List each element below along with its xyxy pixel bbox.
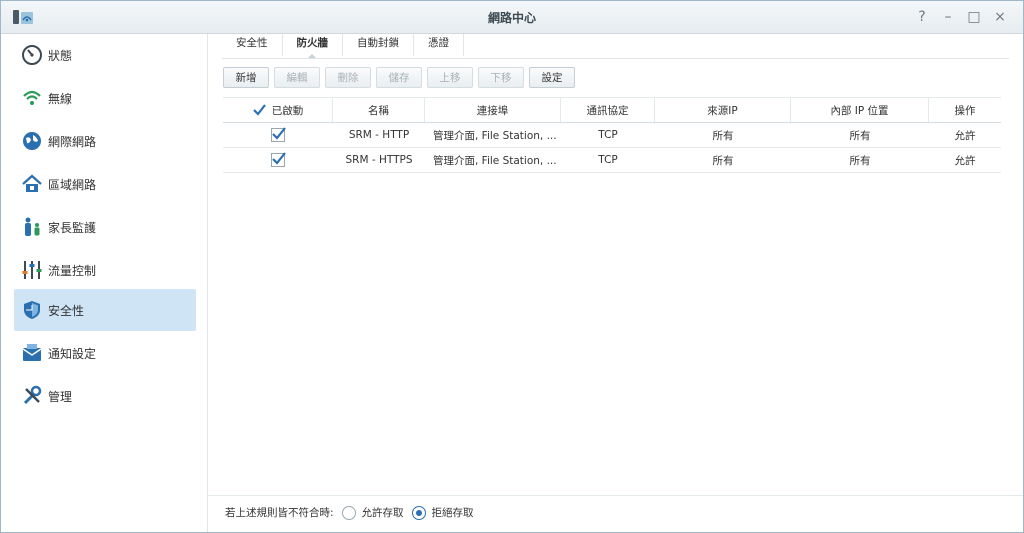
table-row[interactable]: SRM - HTTPS 管理介面, File Station, ... TCP … bbox=[223, 148, 1001, 173]
rule-action: 允許 bbox=[954, 154, 976, 167]
deny-access-radio[interactable] bbox=[411, 505, 426, 520]
rule-protocol: TCP bbox=[598, 154, 618, 166]
column-internal-ip[interactable]: 內部 IP 位置 bbox=[791, 98, 929, 122]
add-button[interactable]: 新增 bbox=[223, 67, 269, 88]
enabled-cell bbox=[223, 123, 333, 147]
deny-access-label[interactable]: 拒絕存取 bbox=[432, 505, 474, 520]
sidebar-item-parental-control[interactable]: 家長監護 bbox=[14, 206, 196, 248]
sidebar-item-label: 家長監護 bbox=[48, 220, 97, 235]
sidebar-item-label: 區域網路 bbox=[48, 177, 97, 192]
column-action[interactable]: 操作 bbox=[929, 98, 1001, 122]
tab-certificate[interactable]: 憑證 bbox=[414, 34, 464, 56]
firewall-rules-table: 已啟動 名稱 連接埠 通訊協定 來源IP 內部 IP 位置 操作 SRM - H… bbox=[223, 97, 1001, 173]
default-policy-label: 若上述規則皆不符合時: bbox=[225, 507, 334, 519]
settings-button[interactable]: 設定 bbox=[529, 67, 575, 88]
enabled-cell bbox=[223, 148, 333, 172]
tab-bar: 安全性 防火牆 自動封鎖 憑證 bbox=[222, 34, 464, 59]
allow-access-radio[interactable] bbox=[341, 505, 356, 520]
edit-button[interactable]: 編輯 bbox=[274, 67, 320, 88]
help-icon[interactable]: ? bbox=[913, 8, 931, 26]
sidebar-item-label: 無線 bbox=[48, 91, 73, 106]
rule-enabled-checkbox[interactable] bbox=[271, 152, 286, 167]
home-network-icon bbox=[21, 173, 43, 195]
column-protocol[interactable]: 通訊協定 bbox=[561, 98, 655, 122]
sliders-icon bbox=[21, 259, 43, 281]
table-row[interactable]: SRM - HTTP 管理介面, File Station, ... TCP 所… bbox=[223, 123, 1001, 148]
sidebar-item-notification[interactable]: 通知設定 bbox=[14, 332, 196, 374]
default-policy-bar: 若上述規則皆不符合時: 允許存取 拒絕存取 bbox=[208, 495, 1023, 532]
column-port[interactable]: 連接埠 bbox=[425, 98, 561, 122]
sidebar-item-traffic-control[interactable]: 流量控制 bbox=[14, 249, 196, 291]
close-icon[interactable]: × bbox=[991, 8, 1009, 26]
maximize-icon[interactable]: □ bbox=[965, 8, 983, 26]
allow-access-label[interactable]: 允許存取 bbox=[362, 505, 404, 520]
sidebar-item-internet[interactable]: 網際網路 bbox=[14, 120, 196, 162]
sidebar-item-label: 狀態 bbox=[48, 48, 73, 63]
move-up-button[interactable]: 上移 bbox=[427, 67, 473, 88]
rule-source-ip: 所有 bbox=[712, 129, 734, 142]
column-enabled[interactable]: 已啟動 bbox=[223, 98, 333, 122]
title-bar[interactable]: 網路中心 ? – □ × bbox=[1, 1, 1023, 34]
minimize-icon[interactable]: – bbox=[939, 8, 957, 26]
main-panel: 安全性 防火牆 自動封鎖 憑證 新增 編輯 刪除 儲存 上移 下移 設定 已啟動 bbox=[208, 34, 1023, 532]
column-name[interactable]: 名稱 bbox=[333, 98, 425, 122]
delete-button[interactable]: 刪除 bbox=[325, 67, 371, 88]
gauge-icon bbox=[21, 44, 43, 66]
sidebar-item-label: 管理 bbox=[48, 389, 73, 404]
rule-source-ip: 所有 bbox=[712, 154, 734, 167]
move-down-button[interactable]: 下移 bbox=[478, 67, 524, 88]
default-policy: 若上述規則皆不符合時: 允許存取 拒絕存取 bbox=[225, 505, 474, 520]
rule-name: SRM - HTTPS bbox=[345, 154, 413, 166]
toolbar: 新增 編輯 刪除 儲存 上移 下移 設定 bbox=[223, 67, 575, 88]
tab-auto-block[interactable]: 自動封鎖 bbox=[343, 34, 414, 56]
rule-protocol: TCP bbox=[598, 129, 618, 141]
column-source-ip[interactable]: 來源IP bbox=[655, 98, 791, 122]
tab-firewall[interactable]: 防火牆 bbox=[283, 34, 343, 59]
sidebar-item-wireless[interactable]: 無線 bbox=[14, 77, 196, 119]
globe-icon bbox=[21, 130, 43, 152]
sidebar-item-label: 流量控制 bbox=[48, 263, 97, 278]
sidebar: 狀態 無線 網際網路 區域網路 家長監護 流量控制 安全性 通知設定 管理 bbox=[1, 34, 208, 532]
mail-icon bbox=[21, 342, 43, 364]
rule-port: 管理介面, File Station, ... bbox=[433, 129, 557, 142]
save-button[interactable]: 儲存 bbox=[376, 67, 422, 88]
table-header: 已啟動 名稱 連接埠 通訊協定 來源IP 內部 IP 位置 操作 bbox=[223, 97, 1001, 123]
wifi-icon bbox=[21, 87, 43, 109]
window-title: 網路中心 bbox=[487, 11, 536, 25]
rule-port: 管理介面, File Station, ... bbox=[433, 154, 557, 167]
sidebar-item-administration[interactable]: 管理 bbox=[14, 375, 196, 417]
sidebar-item-security[interactable]: 安全性 bbox=[14, 289, 196, 331]
network-center-window: 網路中心 ? – □ × 狀態 無線 網際網路 區域網路 家長監護 流量控制 安… bbox=[0, 0, 1024, 533]
tab-divider bbox=[222, 58, 1009, 59]
select-all-checkbox[interactable] bbox=[252, 103, 266, 117]
family-icon bbox=[21, 216, 43, 238]
rule-internal-ip: 所有 bbox=[849, 129, 871, 142]
rule-internal-ip: 所有 bbox=[849, 154, 871, 167]
sidebar-item-label: 網際網路 bbox=[48, 134, 97, 149]
sidebar-item-label: 安全性 bbox=[48, 303, 85, 318]
rule-name: SRM - HTTP bbox=[348, 129, 410, 141]
tab-security[interactable]: 安全性 bbox=[222, 34, 283, 56]
rule-action: 允許 bbox=[954, 129, 976, 142]
shield-icon bbox=[21, 299, 43, 321]
sidebar-item-local-network[interactable]: 區域網路 bbox=[14, 163, 196, 205]
rule-enabled-checkbox[interactable] bbox=[271, 127, 286, 142]
sidebar-item-label: 通知設定 bbox=[48, 346, 97, 361]
tools-icon bbox=[21, 385, 43, 407]
column-header-label: 已啟動 bbox=[271, 104, 304, 117]
sidebar-item-status[interactable]: 狀態 bbox=[14, 34, 196, 76]
